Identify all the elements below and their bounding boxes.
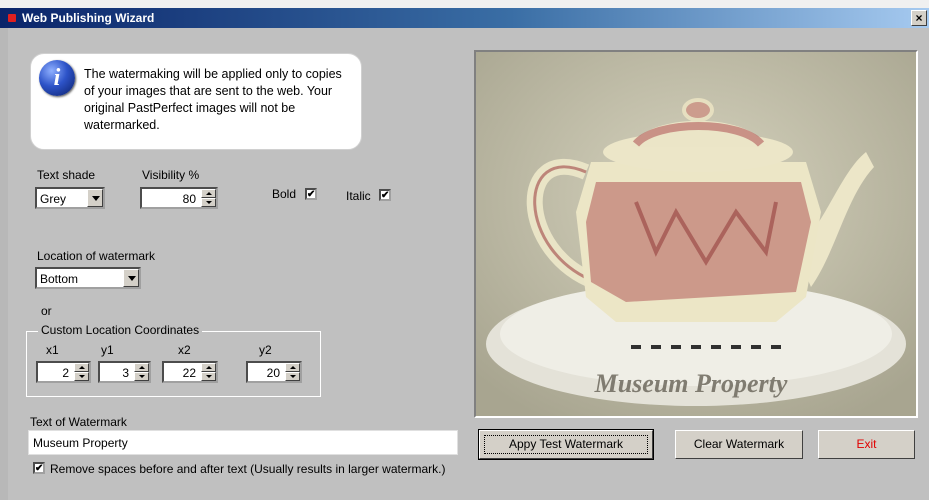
watermark-text-input[interactable]: Museum Property xyxy=(28,430,458,455)
spin-down-icon[interactable] xyxy=(74,372,89,381)
visibility-label: Visibility % xyxy=(142,168,200,182)
info-panel: i The watermaking will be applied only t… xyxy=(30,53,362,150)
spin-up-icon[interactable] xyxy=(134,363,149,372)
chevron-down-icon[interactable] xyxy=(123,269,139,287)
exit-label: Exit xyxy=(856,437,877,451)
exit-button[interactable]: Exit xyxy=(818,430,915,459)
bold-checkbox[interactable]: ✔ xyxy=(305,188,317,200)
x1-value: 2 xyxy=(62,366,69,380)
chevron-down-icon[interactable] xyxy=(87,189,103,207)
x1-spinner[interactable]: 2 xyxy=(36,361,91,383)
italic-label: Italic xyxy=(346,189,371,203)
y1-spinner[interactable]: 3 xyxy=(98,361,151,383)
italic-checkbox[interactable]: ✔ xyxy=(379,189,391,201)
info-text: The watermaking will be applied only to … xyxy=(84,67,342,132)
watermark-text-label: Text of Watermark xyxy=(30,415,127,429)
info-icon: i xyxy=(39,60,75,96)
location-label: Location of watermark xyxy=(37,249,156,263)
x1-label: x1 xyxy=(46,343,59,357)
preview-image: Museum Property xyxy=(474,50,918,418)
apply-test-watermark-label: Appy Test Watermark xyxy=(508,437,624,451)
location-select[interactable]: Bottom xyxy=(35,267,141,289)
watermark-text-value: Museum Property xyxy=(33,436,128,450)
window-title: Web Publishing Wizard xyxy=(22,11,155,25)
text-shade-label: Text shade xyxy=(37,168,96,182)
text-shade-value: Grey xyxy=(40,192,67,206)
spin-up-icon[interactable] xyxy=(201,363,216,372)
spin-up-icon[interactable] xyxy=(201,189,216,198)
x2-label: x2 xyxy=(178,343,191,357)
clear-watermark-label: Clear Watermark xyxy=(693,437,785,451)
bold-label: Bold xyxy=(272,187,297,201)
clear-watermark-button[interactable]: Clear Watermark xyxy=(675,430,803,459)
window-left-edge xyxy=(0,28,8,500)
top-strip xyxy=(0,0,929,8)
teapot-illustration: Museum Property xyxy=(476,52,916,416)
visibility-value: 80 xyxy=(182,192,196,206)
y2-value: 20 xyxy=(266,366,280,380)
y2-label: y2 xyxy=(259,343,272,357)
y1-value: 3 xyxy=(122,366,129,380)
or-label: or xyxy=(41,304,52,318)
y1-label: y1 xyxy=(101,343,114,357)
spin-down-icon[interactable] xyxy=(134,372,149,381)
remove-spaces-checkbox[interactable]: ✔ xyxy=(33,462,45,474)
app-icon xyxy=(8,14,16,22)
text-shade-select[interactable]: Grey xyxy=(35,187,105,209)
spin-down-icon[interactable] xyxy=(285,372,300,381)
spin-up-icon[interactable] xyxy=(74,363,89,372)
x2-value: 22 xyxy=(182,366,196,380)
spin-down-icon[interactable] xyxy=(201,198,216,207)
spin-down-icon[interactable] xyxy=(201,372,216,381)
remove-spaces-label: Remove spaces before and after text (Usu… xyxy=(50,462,446,476)
x2-spinner[interactable]: 22 xyxy=(162,361,218,383)
custom-coordinates-label: Custom Location Coordinates xyxy=(38,323,203,337)
y2-spinner[interactable]: 20 xyxy=(246,361,302,383)
watermark-overlay: Museum Property xyxy=(594,369,788,398)
spin-up-icon[interactable] xyxy=(285,363,300,372)
apply-test-watermark-button[interactable]: Appy Test Watermark xyxy=(478,429,654,460)
visibility-spinner[interactable]: 80 xyxy=(140,187,218,209)
location-value: Bottom xyxy=(40,272,79,286)
title-bar: Web Publishing Wizard × xyxy=(0,8,929,28)
close-icon[interactable]: × xyxy=(911,10,927,26)
